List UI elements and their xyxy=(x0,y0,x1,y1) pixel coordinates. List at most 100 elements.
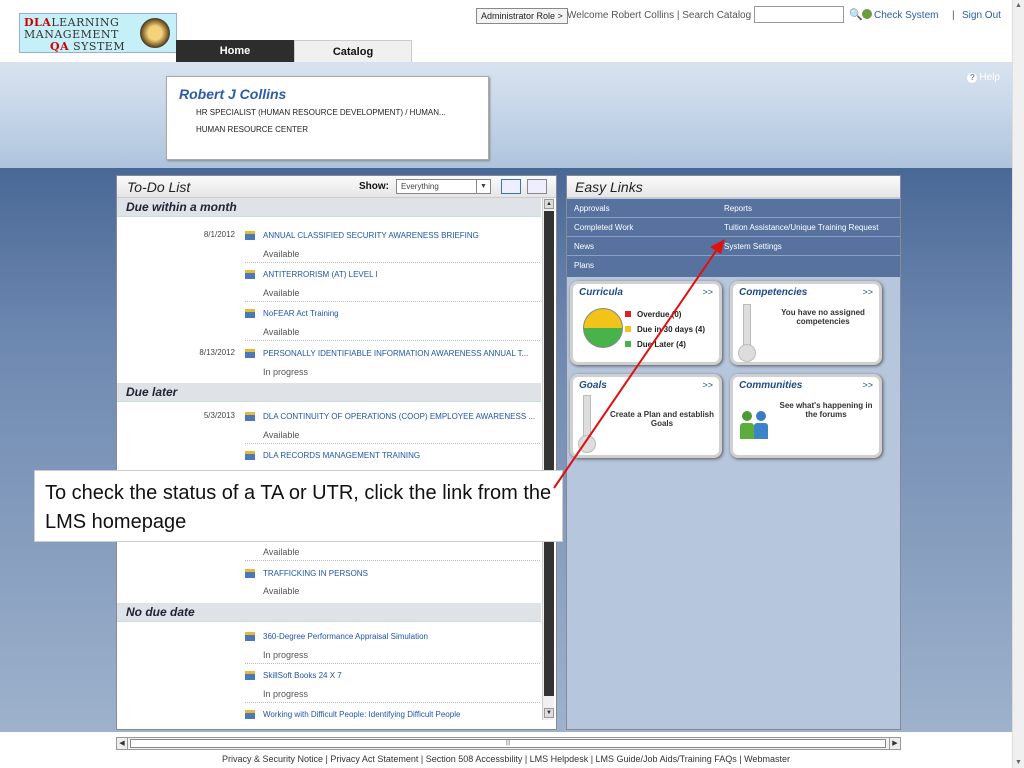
todo-status: Available xyxy=(263,547,300,557)
scroll-right-icon[interactable]: ▶ xyxy=(889,738,900,749)
divider xyxy=(245,663,540,664)
thermometer-icon xyxy=(738,304,756,362)
todo-item-link[interactable]: 360-Degree Performance Appraisal Simulat… xyxy=(263,632,428,641)
help-link[interactable]: ? Help xyxy=(967,72,1000,83)
divider xyxy=(245,301,540,302)
scroll-up-icon[interactable]: ▲ xyxy=(1015,2,1022,9)
scroll-up-icon[interactable]: ▲ xyxy=(544,199,554,209)
todo-item-link[interactable]: ANTITERRORISM (AT) LEVEL I xyxy=(263,270,378,279)
course-icon xyxy=(245,671,255,680)
people-icon xyxy=(740,411,774,443)
group-due-within-month: Due within a month xyxy=(117,198,541,217)
show-filter-select[interactable]: Everything ▼ xyxy=(396,179,491,194)
course-icon xyxy=(245,710,255,719)
todo-item-link[interactable]: Working with Difficult People: Identifyi… xyxy=(263,710,460,719)
widget-title[interactable]: Goals xyxy=(579,380,607,391)
curricula-pie-chart xyxy=(583,308,623,348)
todo-item-link[interactable]: NoFEAR Act Training xyxy=(263,309,339,318)
widget-title[interactable]: Communities xyxy=(739,380,802,391)
todo-item-link[interactable]: ANNUAL CLASSIFIED SECURITY AWARENESS BRI… xyxy=(263,231,479,240)
welcome-text: Welcome Robert Collins | Search Catalog xyxy=(567,10,752,21)
page-scrollbar[interactable]: ▲ ▼ xyxy=(1012,0,1024,768)
scroll-down-icon[interactable]: ▼ xyxy=(1015,759,1022,766)
todo-item-link[interactable]: TRAFFICKING IN PERSONS xyxy=(263,569,368,578)
expand-icon[interactable]: >> xyxy=(702,380,713,390)
course-icon xyxy=(245,231,255,240)
curricula-widget: Curricula >> Overdue (0) Due in 30 days … xyxy=(570,281,722,365)
list-view-icon[interactable] xyxy=(501,179,521,194)
link-plans[interactable]: Plans xyxy=(567,256,900,275)
link-completed-work[interactable]: Completed Work xyxy=(567,218,717,237)
easy-links-title: Easy Links xyxy=(575,179,643,195)
legend-due-later: Due Later (4) xyxy=(625,340,686,349)
course-icon xyxy=(245,632,255,641)
todo-date: 8/13/2012 xyxy=(199,348,235,357)
link-tuition-assistance[interactable]: Tuition Assistance/Unique Training Reque… xyxy=(717,218,900,237)
divider xyxy=(245,340,540,341)
profile-card: Robert J Collins HR SPECIALIST (HUMAN RE… xyxy=(166,76,489,160)
todo-item-link[interactable]: DLA RECORDS MANAGEMENT TRAINING xyxy=(263,451,420,460)
course-icon xyxy=(245,412,255,421)
tab-catalog[interactable]: Catalog xyxy=(294,40,412,62)
todo-status: Available xyxy=(263,327,300,337)
easy-links-panel: Easy Links Approvals Reports Completed W… xyxy=(566,175,901,730)
divider xyxy=(245,262,540,263)
help-icon: ? xyxy=(967,73,978,83)
scroll-left-icon[interactable]: ◀ xyxy=(117,738,128,749)
link-reports[interactable]: Reports xyxy=(717,199,900,218)
group-no-due-date: No due date xyxy=(117,603,541,622)
link-approvals[interactable]: Approvals xyxy=(567,199,717,218)
horizontal-scrollbar[interactable]: ◀ ||| ▶ xyxy=(116,737,901,750)
search-catalog-input[interactable] xyxy=(754,6,844,23)
divider xyxy=(245,443,540,444)
todo-status: Available xyxy=(263,586,300,596)
expand-icon[interactable]: >> xyxy=(862,380,873,390)
todo-item-link[interactable]: DLA CONTINUITY OF OPERATIONS (COOP) EMPL… xyxy=(263,412,535,421)
divider xyxy=(245,702,540,703)
todo-status: Available xyxy=(263,249,300,259)
divider xyxy=(245,560,540,561)
widget-message: You have no assigned competencies xyxy=(781,308,865,326)
todo-item-link[interactable]: SkillSoft Books 24 X 7 xyxy=(263,671,342,680)
dla-lms-logo[interactable]: DLALEARNING MANAGEMENT QA SYSTEM xyxy=(19,13,177,53)
expand-icon[interactable]: >> xyxy=(862,287,873,297)
legend-overdue: Overdue (0) xyxy=(625,310,681,319)
course-icon xyxy=(245,451,255,460)
search-icon[interactable]: 🔍 xyxy=(849,8,863,21)
profile-job-title: HR SPECIALIST (HUMAN RESOURCE DEVELOPMEN… xyxy=(196,108,446,117)
expand-icon[interactable]: >> xyxy=(702,287,713,297)
grid-view-icon[interactable] xyxy=(527,179,547,194)
widget-title[interactable]: Curricula xyxy=(579,287,623,298)
todo-date: 5/3/2013 xyxy=(203,411,235,420)
todo-status: In progress xyxy=(263,650,309,660)
todo-item-link[interactable]: PERSONALLY IDENTIFIABLE INFORMATION AWAR… xyxy=(263,349,528,358)
show-filter-label: Show: xyxy=(359,181,389,192)
red-square-icon xyxy=(625,311,631,317)
dla-seal-icon xyxy=(140,18,170,48)
check-system-icon xyxy=(862,9,872,19)
scrollbar-thumb[interactable] xyxy=(544,211,554,696)
administrator-role-button[interactable]: Administrator Role > xyxy=(476,8,568,24)
widget-title[interactable]: Competencies xyxy=(739,287,807,298)
todo-scrollbar[interactable]: ▲ ▼ xyxy=(542,198,554,720)
footer-links[interactable]: Privacy & Security Notice | Privacy Act … xyxy=(0,754,1012,764)
link-system-settings[interactable]: System Settings xyxy=(717,237,900,256)
green-square-icon xyxy=(625,341,631,347)
sign-out-link[interactable]: Sign Out xyxy=(962,10,1001,21)
course-icon xyxy=(245,569,255,578)
widget-message: See what's happening in the forums xyxy=(779,401,873,419)
tab-home[interactable]: Home xyxy=(176,40,294,62)
chevron-down-icon: ▼ xyxy=(476,180,490,193)
widget-message: Create a Plan and establish Goals xyxy=(609,410,715,428)
scrollbar-thumb[interactable]: ||| xyxy=(130,739,886,748)
link-news[interactable]: News xyxy=(567,237,717,256)
check-system-link[interactable]: Check System xyxy=(874,10,938,21)
group-due-later: Due later xyxy=(117,383,541,402)
profile-name[interactable]: Robert J Collins xyxy=(179,86,286,102)
profile-band: ? Help Robert J Collins HR SPECIALIST (HU… xyxy=(0,62,1012,168)
course-icon xyxy=(245,309,255,318)
course-icon xyxy=(245,270,255,279)
easy-links-list: Approvals Reports Completed Work Tuition… xyxy=(567,199,900,277)
instruction-callout: To check the status of a TA or UTR, clic… xyxy=(34,470,563,542)
scroll-down-icon[interactable]: ▼ xyxy=(544,708,554,718)
